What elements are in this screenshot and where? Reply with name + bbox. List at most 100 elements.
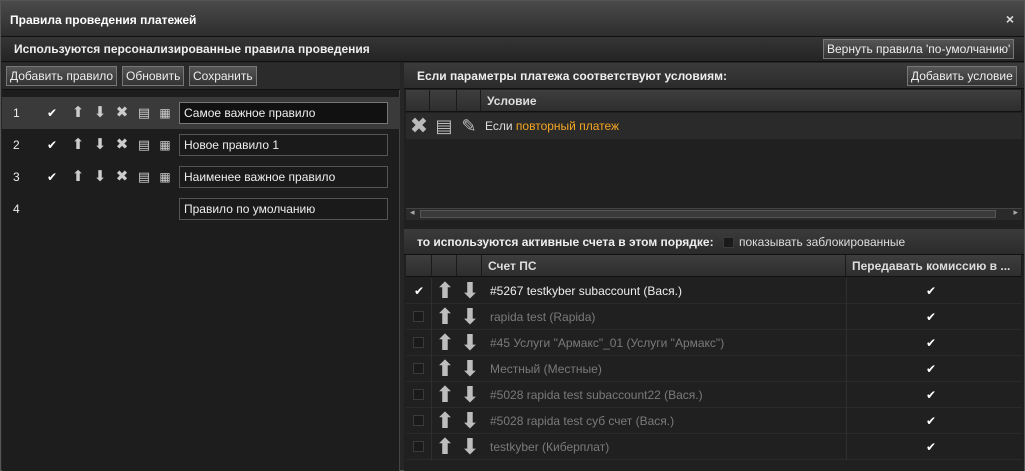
account-row[interactable]: ⬆ ⬇ #5028 rapida test суб счет (Вася.) ✔ (406, 408, 1022, 434)
condition-prefix: Если (485, 119, 513, 133)
move-up-icon[interactable]: ⬆ (70, 169, 86, 185)
rule-name-input[interactable]: Новое правило 1 (179, 134, 388, 156)
rules-panel: Добавить правило Обновить Сохранить 1 ✔ ⬆ ⬇… (2, 63, 400, 471)
move-down-icon[interactable]: ⬇ (459, 279, 481, 303)
account-row[interactable]: ✔ ⬆ ⬇ #5267 testkyber subaccount (Вася.) ✔ (406, 278, 1022, 304)
move-down-icon[interactable]: ⬇ (459, 435, 481, 459)
reset-default-rules-button[interactable]: Вернуть правила 'по-умолчанию' (823, 39, 1015, 59)
move-down-icon[interactable]: ⬇ (459, 409, 481, 433)
edit-condition-icon[interactable]: ▤ (433, 114, 455, 138)
acc-col-commission[interactable]: Передавать комиссию в ... (846, 255, 1022, 277)
scroll-right-icon[interactable]: ▸ (1013, 207, 1018, 218)
acc-col-down (457, 255, 482, 277)
commission-checkbox[interactable]: ✔ (925, 441, 937, 453)
move-down-icon[interactable]: ⬇ (92, 137, 108, 153)
conditions-hscrollbar[interactable]: ◂ ▸ (406, 207, 1022, 220)
refresh-button[interactable]: Обновить (122, 66, 185, 86)
note-condition-icon[interactable]: ✎ (458, 114, 480, 138)
move-up-icon[interactable]: ⬆ (434, 279, 456, 303)
condition-link[interactable]: повторный платеж (516, 119, 619, 133)
clipboard-icon[interactable]: ▤ (136, 169, 152, 185)
rule-row[interactable]: 4 Правило по умолчанию (2, 193, 400, 225)
clipboard-icon[interactable]: ▤ (136, 137, 152, 153)
account-active-checkbox[interactable] (413, 389, 424, 400)
account-active-checkbox[interactable] (413, 337, 424, 348)
rule-enabled-checkbox[interactable]: ✔ (46, 139, 58, 151)
column-divider (846, 330, 847, 356)
move-up-icon[interactable]: ⬆ (434, 357, 456, 381)
rule-name-input[interactable]: Наименее важное правило (179, 166, 388, 188)
close-icon[interactable]: × (1006, 11, 1014, 27)
conditions-header: Если параметры платежа соответствуют усл… (404, 63, 1024, 89)
account-row[interactable]: ⬆ ⬇ testkyber (Киберплат) ✔ (406, 434, 1022, 460)
commission-checkbox[interactable]: ✔ (925, 415, 937, 427)
account-row[interactable]: ⬆ ⬇ Местный (Местные) ✔ (406, 356, 1022, 382)
scroll-thumb[interactable] (420, 210, 996, 218)
delete-condition-icon[interactable]: ✖ (408, 114, 430, 138)
move-up-icon[interactable]: ⬆ (434, 383, 456, 407)
rule-enabled-checkbox[interactable]: ✔ (46, 171, 58, 183)
rule-row[interactable]: 3 ✔ ⬆ ⬇ ✖ ▤ ▦ Наименее важное правило (2, 161, 400, 193)
condition-row[interactable]: ✖ ▤ ✎ Если повторный платеж (406, 113, 1022, 139)
move-up-icon[interactable]: ⬆ (434, 305, 456, 329)
mode-bar: Используются персонализированные правила… (1, 37, 1024, 62)
cond-col-condition[interactable]: Условие (481, 90, 1022, 112)
delete-icon[interactable]: ✖ (114, 169, 130, 185)
payment-rules-window: Правила проведения платежей × Используют… (0, 0, 1025, 471)
move-down-icon[interactable]: ⬇ (459, 357, 481, 381)
rule-row[interactable]: 1 ✔ ⬆ ⬇ ✖ ▤ ▦ Самое важное правило (2, 97, 400, 129)
commission-checkbox[interactable]: ✔ (925, 285, 937, 297)
account-active-checkbox[interactable]: ✔ (413, 285, 425, 297)
move-up-icon[interactable]: ⬆ (70, 105, 86, 121)
rule-row[interactable]: 2 ✔ ⬆ ⬇ ✖ ▤ ▦ Новое правило 1 (2, 129, 400, 161)
move-down-icon[interactable]: ⬇ (459, 305, 481, 329)
move-up-icon[interactable]: ⬆ (434, 435, 456, 459)
account-name: #5028 rapida test subaccount22 (Вася.) (490, 388, 703, 402)
condition-text: Если повторный платеж (485, 119, 619, 133)
delete-icon[interactable]: ✖ (114, 137, 130, 153)
accounts-title: то используются активные счета в этом по… (417, 235, 714, 249)
account-row[interactable]: ⬆ ⬇ #5028 rapida test subaccount22 (Вася.)… (406, 382, 1022, 408)
clipboard-icon[interactable]: ▤ (136, 105, 152, 121)
rule-enabled-checkbox[interactable]: ✔ (46, 107, 58, 119)
account-row[interactable]: ⬆ ⬇ rapida test (Rapida) ✔ (406, 304, 1022, 330)
show-blocked-checkbox[interactable] (723, 237, 734, 248)
acc-col-account[interactable]: Счет ПС (482, 255, 846, 277)
commission-checkbox[interactable]: ✔ (925, 363, 937, 375)
move-down-icon[interactable]: ⬇ (92, 169, 108, 185)
move-up-icon[interactable]: ⬆ (434, 409, 456, 433)
window-title: Правила проведения платежей (10, 13, 197, 27)
add-rule-button[interactable]: Добавить правило (6, 66, 118, 86)
acc-col-active (406, 255, 432, 277)
conditions-title: Если параметры платежа соответствуют усл… (417, 69, 728, 83)
account-active-checkbox[interactable] (413, 311, 424, 322)
rule-details-panel: Если параметры платежа соответствуют усл… (404, 63, 1024, 471)
account-row[interactable]: ⬆ ⬇ #45 Услуги "Армакс"_01 (Услуги "Армакс… (406, 330, 1022, 356)
account-name: #5028 rapida test суб счет (Вася.) (490, 414, 675, 428)
commission-checkbox[interactable]: ✔ (925, 311, 937, 323)
move-up-icon[interactable]: ⬆ (70, 137, 86, 153)
add-condition-button[interactable]: Добавить условие (907, 66, 1017, 86)
account-active-checkbox[interactable] (413, 415, 424, 426)
move-up-icon[interactable]: ⬆ (434, 331, 456, 355)
column-divider (846, 356, 847, 382)
move-down-icon[interactable]: ⬇ (459, 383, 481, 407)
delete-icon[interactable]: ✖ (114, 105, 130, 121)
account-active-checkbox[interactable] (413, 363, 424, 374)
column-divider (846, 304, 847, 330)
scroll-left-icon[interactable]: ◂ (410, 207, 415, 218)
calendar-icon[interactable]: ▦ (157, 105, 173, 121)
rule-name-input[interactable]: Правило по умолчанию (179, 198, 388, 220)
rule-name-input[interactable]: Самое важное правило (179, 102, 388, 124)
rule-number: 3 (13, 170, 20, 184)
save-button[interactable]: Сохранить (189, 66, 257, 86)
account-active-checkbox[interactable] (413, 441, 424, 452)
move-down-icon[interactable]: ⬇ (92, 105, 108, 121)
column-divider (846, 278, 847, 304)
calendar-icon[interactable]: ▦ (157, 169, 173, 185)
commission-checkbox[interactable]: ✔ (925, 389, 937, 401)
move-down-icon[interactable]: ⬇ (459, 331, 481, 355)
cond-col-delete (406, 90, 430, 112)
calendar-icon[interactable]: ▦ (157, 137, 173, 153)
commission-checkbox[interactable]: ✔ (925, 337, 937, 349)
